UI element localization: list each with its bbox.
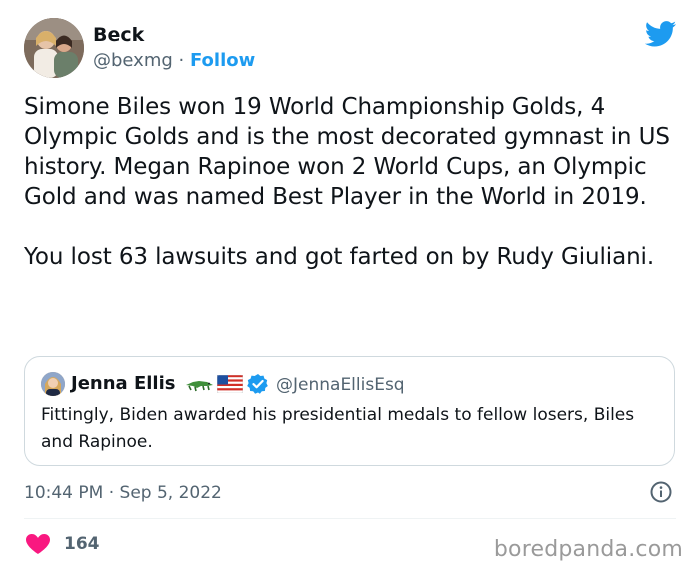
alligator-emoji xyxy=(186,381,213,392)
author-name[interactable]: Beck xyxy=(93,24,144,46)
watermark: boredpanda.com xyxy=(493,537,683,562)
tweet-card: Beck @bexmg · Follow Simone Biles won 19… xyxy=(0,0,700,571)
info-icon[interactable] xyxy=(650,481,672,503)
quoted-author-handle[interactable]: @JennaEllisEsq xyxy=(276,375,405,395)
author-avatar-image xyxy=(24,18,84,78)
author-handle[interactable]: @bexmg xyxy=(93,50,173,71)
author-handle-line: @bexmg · Follow xyxy=(93,50,255,72)
quoted-author-avatar[interactable] xyxy=(41,372,65,396)
tweet-timestamp[interactable]: 10:44 PM · Sep 5, 2022 xyxy=(24,482,222,504)
quoted-tweet-text: Fittingly, Biden awarded his presidentia… xyxy=(41,405,635,452)
quoted-tweet[interactable]: Jenna Ellis @JennaEllisEsq Fittingly, Bi xyxy=(24,356,675,466)
verified-badge-icon xyxy=(247,374,268,394)
quoted-author-emoji xyxy=(185,371,243,397)
quoted-author-name[interactable]: Jenna Ellis xyxy=(71,374,175,394)
heart-icon[interactable] xyxy=(25,533,51,555)
tweet-divider xyxy=(24,518,676,519)
author-avatar[interactable] xyxy=(24,18,84,78)
quoted-author-avatar-image xyxy=(41,372,65,396)
us-flag-emoji xyxy=(217,375,243,393)
bird-icon[interactable] xyxy=(645,21,677,47)
tweet-text: Simone Biles won 19 World Championship G… xyxy=(24,94,670,270)
follow-button[interactable]: Follow xyxy=(190,50,255,71)
like-count[interactable]: 164 xyxy=(64,534,100,554)
handle-separator: · xyxy=(172,50,190,71)
